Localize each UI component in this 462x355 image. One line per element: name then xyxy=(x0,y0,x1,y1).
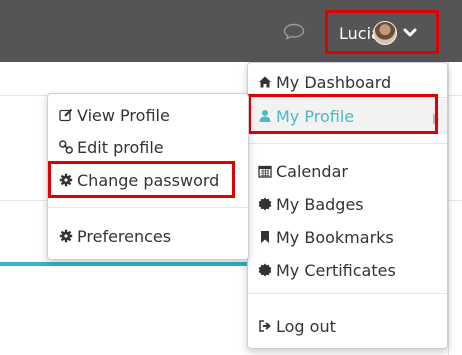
certificate-icon xyxy=(258,263,272,277)
user-menu-highlight-box xyxy=(325,10,439,54)
divider xyxy=(248,293,447,294)
gear-icon xyxy=(59,229,73,243)
home-icon xyxy=(259,76,271,88)
menu-item-calendar[interactable]: Calendar xyxy=(248,156,447,186)
link-icon xyxy=(59,140,73,154)
divider xyxy=(248,143,447,144)
menu-item-my-dashboard[interactable]: My Dashboard xyxy=(248,67,447,97)
menu-item-label: Calendar xyxy=(276,161,348,181)
menu-item-label: My Dashboard xyxy=(276,72,392,92)
accent-line xyxy=(0,262,250,266)
menu-item-my-bookmarks[interactable]: My Bookmarks xyxy=(248,222,447,252)
menu-item-edit-profile[interactable]: Edit profile xyxy=(48,132,248,162)
badge-icon xyxy=(258,197,272,211)
speech-bubble-icon[interactable] xyxy=(283,23,305,40)
menu-item-preferences[interactable]: Preferences xyxy=(48,221,248,251)
my-profile-highlight-box xyxy=(248,94,438,134)
change-password-highlight-box xyxy=(48,161,235,198)
edit-icon xyxy=(59,108,73,122)
menu-item-label: Preferences xyxy=(77,226,172,246)
menu-item-my-certificates[interactable]: My Certificates xyxy=(248,255,447,285)
menu-item-label: Edit profile xyxy=(77,137,164,157)
menu-item-label: My Certificates xyxy=(276,260,396,280)
menu-item-view-profile[interactable]: View Profile xyxy=(48,100,248,130)
menu-item-label: My Badges xyxy=(276,194,364,214)
menu-item-label: View Profile xyxy=(77,105,170,125)
calendar-icon xyxy=(258,165,272,178)
menu-item-my-badges[interactable]: My Badges xyxy=(248,189,447,219)
menu-item-label: My Bookmarks xyxy=(276,227,394,247)
divider xyxy=(48,207,248,208)
bookmark-icon xyxy=(261,231,269,243)
menu-item-log-out[interactable]: Log out xyxy=(248,311,447,341)
menu-item-label: Log out xyxy=(276,316,336,336)
logout-icon xyxy=(259,320,271,332)
divider xyxy=(448,62,449,355)
